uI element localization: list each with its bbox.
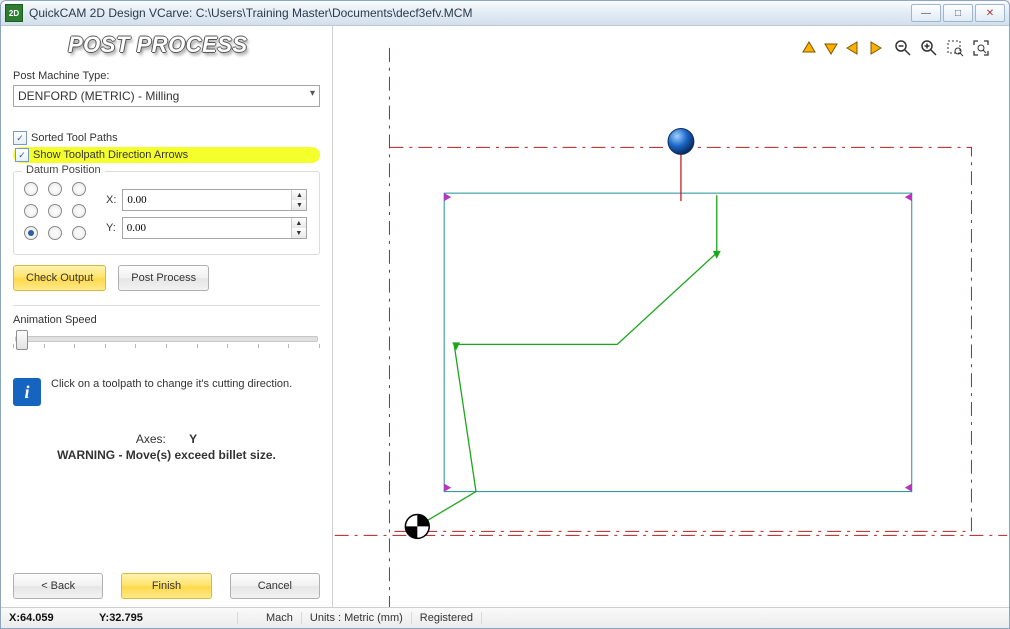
warning-line: WARNING - Move(s) exceed billet size. — [13, 448, 320, 462]
y-spinner[interactable]: ▲▼ — [122, 217, 307, 239]
status-y-value: 32.795 — [109, 612, 143, 624]
datum-radio-bc[interactable] — [48, 226, 62, 240]
status-x-label: X: — [9, 612, 20, 624]
datum-radio-tl[interactable] — [24, 182, 38, 196]
slider-ticks — [13, 344, 320, 348]
x-input[interactable] — [123, 191, 291, 209]
datum-radio-mr[interactable] — [72, 204, 86, 218]
info-icon: i — [13, 378, 41, 406]
window-title: QuickCAM 2D Design VCarve: C:\Users\Trai… — [29, 6, 905, 20]
datum-radio-br[interactable] — [72, 226, 86, 240]
slider-thumb[interactable] — [16, 330, 28, 350]
status-units: Units : Metric (mm) — [302, 612, 412, 624]
animation-speed-label: Animation Speed — [13, 314, 320, 326]
wizard-buttons: < Back Finish Cancel — [13, 561, 320, 599]
info-text: Click on a toolpath to change it's cutti… — [51, 378, 292, 390]
datum-radio-tc[interactable] — [48, 182, 62, 196]
info-row: i Click on a toolpath to change it's cut… — [13, 378, 320, 406]
sorted-toolpaths-label: Sorted Tool Paths — [31, 132, 118, 144]
status-y-label: Y: — [99, 612, 109, 624]
tool-start-marker — [668, 128, 694, 154]
sorted-toolpaths-checkbox[interactable]: ✓ — [13, 131, 27, 145]
status-x-value: 64.059 — [20, 612, 54, 624]
status-mach: Mach — [258, 612, 302, 624]
show-arrows-label: Show Toolpath Direction Arrows — [33, 149, 188, 161]
back-button[interactable]: < Back — [13, 573, 103, 599]
x-up-icon[interactable]: ▲ — [292, 190, 306, 200]
finish-button[interactable]: Finish — [121, 573, 211, 599]
origin-marker — [405, 514, 429, 538]
app-window: 2D QuickCAM 2D Design VCarve: C:\Users\T… — [0, 0, 1010, 629]
show-arrows-row[interactable]: ✓ Show Toolpath Direction Arrows — [15, 148, 188, 162]
x-spinner[interactable]: ▲▼ — [122, 189, 307, 211]
datum-radio-bl[interactable] — [24, 226, 38, 240]
axes-label: Axes: — [136, 432, 166, 446]
title-bar: 2D QuickCAM 2D Design VCarve: C:\Users\T… — [1, 1, 1009, 26]
animation-speed-slider[interactable] — [15, 336, 318, 342]
post-machine-field: Post Machine Type: DENFORD (METRIC) - Mi… — [13, 70, 320, 107]
drawing-canvas[interactable] — [333, 26, 1009, 607]
action-buttons: Check Output Post Process — [13, 265, 320, 291]
datum-radio-ml[interactable] — [24, 204, 38, 218]
check-output-button[interactable]: Check Output — [13, 265, 106, 291]
app-icon: 2D — [5, 4, 23, 22]
post-machine-label: Post Machine Type: — [13, 70, 320, 82]
divider — [13, 305, 320, 306]
datum-radio-mc[interactable] — [48, 204, 62, 218]
sidebar-panel: POST PROCESS Post Machine Type: DENFORD … — [1, 26, 333, 607]
y-label: Y: — [106, 222, 116, 234]
status-bar: X: 64.059 Y: 32.795 Mach Units : Metric … — [1, 607, 1009, 628]
datum-radio-grid — [24, 182, 92, 246]
axes-value: Y — [189, 432, 197, 446]
minimize-button[interactable]: — — [911, 4, 941, 22]
show-arrows-highlight: ✓ Show Toolpath Direction Arrows — [13, 147, 320, 163]
show-arrows-checkbox[interactable]: ✓ — [15, 148, 29, 162]
y-down-icon[interactable]: ▼ — [292, 228, 306, 238]
window-controls: — □ ✕ — [911, 4, 1005, 22]
y-up-icon[interactable]: ▲ — [292, 218, 306, 228]
x-label: X: — [106, 194, 116, 206]
page-banner: POST PROCESS — [68, 34, 320, 56]
cancel-button[interactable]: Cancel — [230, 573, 320, 599]
y-input[interactable] — [123, 219, 291, 237]
window-body: POST PROCESS Post Machine Type: DENFORD … — [1, 26, 1009, 607]
post-machine-value: DENFORD (METRIC) - Milling — [18, 89, 179, 103]
sorted-toolpaths-row[interactable]: ✓ Sorted Tool Paths — [13, 131, 320, 145]
datum-group-title: Datum Position — [22, 164, 105, 176]
post-machine-combo[interactable]: DENFORD (METRIC) - Milling — [13, 85, 320, 107]
x-down-icon[interactable]: ▼ — [292, 200, 306, 210]
maximize-button[interactable]: □ — [943, 4, 973, 22]
status-coords: X: 64.059 Y: 32.795 — [1, 612, 238, 624]
axes-line: Axes: Y — [13, 432, 320, 446]
close-button[interactable]: ✕ — [975, 4, 1005, 22]
datum-radio-tr[interactable] — [72, 182, 86, 196]
post-process-button[interactable]: Post Process — [118, 265, 209, 291]
datum-position-group: Datum Position — [13, 171, 320, 255]
status-registered: Registered — [412, 612, 482, 624]
canvas-area[interactable] — [333, 26, 1009, 607]
